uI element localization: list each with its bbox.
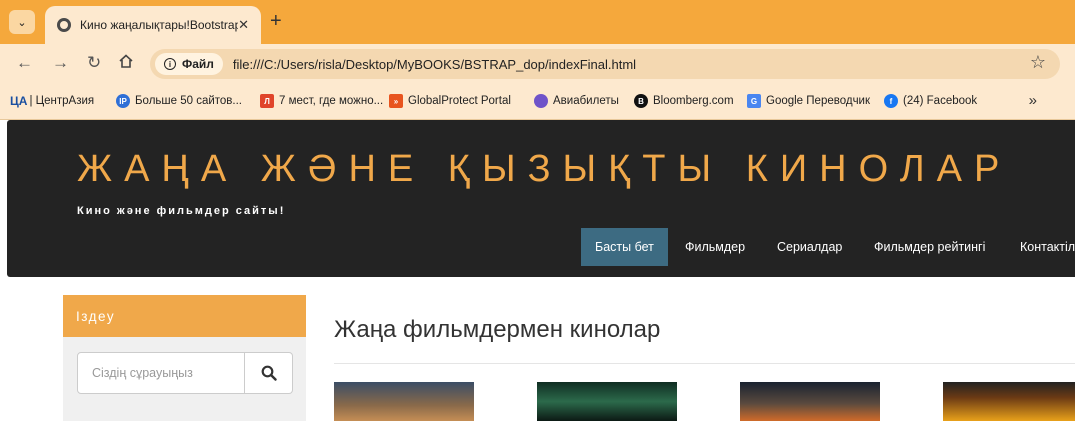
bookmark-label: Google Переводчик — [766, 95, 871, 107]
chevron-down-icon: ⌄ — [17, 16, 27, 29]
bookmark-item[interactable]: IP Больше 50 сайтов... — [116, 94, 242, 108]
search-panel-heading: Іздеу — [63, 295, 306, 337]
bookmark-item[interactable]: ЦА | ЦентрАзия — [10, 94, 94, 108]
bookmark-label: GlobalProtect Portal — [408, 95, 511, 107]
movie-poster[interactable] — [334, 382, 474, 421]
tab-title: Кино жаңалықтары!Bootstrap — [80, 18, 239, 32]
browser-tab-bar: ⌄ Кино жаңалықтары!Bootstrap ✕ + — [0, 0, 1075, 44]
movie-poster[interactable] — [943, 382, 1075, 421]
close-tab-icon[interactable]: ✕ — [238, 17, 249, 33]
bookmark-item[interactable]: B Bloomberg.com — [634, 94, 734, 108]
site-title: ЖАҢА ЖӘНЕ ҚЫЗЫҚТЫ КИНОЛАР — [77, 148, 1012, 190]
site-subtitle: Кино және фильмдер сайты! — [77, 205, 286, 217]
info-icon: i — [164, 58, 176, 70]
nav-contacts[interactable]: Контактілер — [1006, 228, 1075, 266]
heading-divider — [334, 363, 1075, 364]
bookmark-label: (24) Facebook — [903, 95, 978, 107]
new-tab-button[interactable]: + — [270, 11, 282, 31]
globalprotect-icon: » — [389, 94, 403, 108]
nav-rating[interactable]: Фильмдер рейтингі — [860, 228, 999, 266]
site-info-chip[interactable]: i Файл — [155, 53, 223, 75]
search-button[interactable] — [245, 352, 293, 394]
nav-films[interactable]: Фильмдер — [671, 228, 759, 266]
bookmark-label: 7 мест, где можно... — [279, 95, 384, 107]
bookmark-item[interactable]: Л 7 мест, где можно... — [260, 94, 383, 108]
back-icon[interactable]: ← — [16, 53, 33, 73]
bookmark-item[interactable]: G Google Переводчик — [747, 94, 870, 108]
bookmark-label: | ЦентрАзия — [29, 95, 95, 107]
facebook-icon: f — [884, 94, 898, 108]
globe-icon — [57, 18, 71, 32]
url-text[interactable]: file:///C:/Users/risla/Desktop/MyBOOKS/B… — [233, 57, 636, 72]
centrasia-logo-icon: ЦА — [10, 94, 28, 108]
page-viewport: ЖАҢА ЖӘНЕ ҚЫЗЫҚТЫ КИНОЛАР Кино және филь… — [0, 120, 1075, 421]
search-group — [77, 352, 293, 394]
site-header: ЖАҢА ЖӘНЕ ҚЫЗЫҚТЫ КИНОЛАР Кино және филь… — [7, 120, 1075, 277]
search-icon — [261, 365, 277, 381]
nav-home[interactable]: Басты бет — [581, 228, 668, 266]
bookmark-label: Авиабилеты — [553, 95, 619, 107]
tab-search-button[interactable]: ⌄ — [9, 10, 35, 34]
more-bookmarks-icon[interactable]: » — [1029, 92, 1037, 109]
nav-series[interactable]: Сериалдар — [763, 228, 856, 266]
browser-toolbar: ← → ↻ i Файл file:///C:/Users/risla/Desk… — [0, 44, 1075, 84]
bookmark-label: Больше 50 сайтов... — [135, 95, 242, 107]
forward-icon[interactable]: → — [52, 53, 69, 73]
address-bar[interactable]: i Файл file:///C:/Users/risla/Desktop/My… — [150, 49, 1060, 79]
bloomberg-icon: B — [634, 94, 648, 108]
movie-poster[interactable] — [537, 382, 677, 421]
bookmark-label: Bloomberg.com — [653, 95, 734, 107]
search-panel: Іздеу — [63, 295, 306, 421]
bookmark-item[interactable]: » GlobalProtect Portal — [389, 94, 511, 108]
reload-icon[interactable]: ↻ — [87, 53, 101, 73]
plane-icon — [534, 94, 548, 108]
site-info-label: Файл — [182, 57, 214, 71]
lifehacker-icon: Л — [260, 94, 274, 108]
google-translate-icon: G — [747, 94, 761, 108]
bookmark-item[interactable]: f (24) Facebook — [884, 94, 977, 108]
bookmark-star-icon[interactable]: ☆ — [1030, 52, 1046, 73]
home-icon[interactable] — [118, 53, 134, 74]
main-heading: Жаңа фильмдермен кинолар — [334, 316, 661, 343]
search-input[interactable] — [77, 352, 245, 394]
movie-poster[interactable] — [740, 382, 880, 421]
bookmarks-bar: ЦА | ЦентрАзия IP Больше 50 сайтов... Л … — [0, 84, 1075, 120]
bookmark-item[interactable]: Авиабилеты — [534, 94, 619, 108]
browser-tab[interactable]: Кино жаңалықтары!Bootstrap ✕ — [45, 6, 261, 44]
ip-icon: IP — [116, 94, 130, 108]
